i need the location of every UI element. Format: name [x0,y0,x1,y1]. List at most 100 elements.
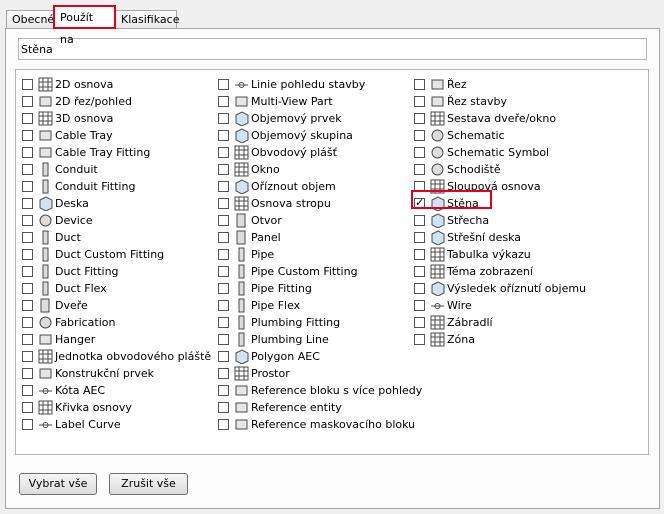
object-type-item[interactable]: Linie pohledu stavby [212,76,422,93]
object-type-checkbox[interactable] [414,249,425,260]
object-type-item[interactable]: 2D osnova [16,76,211,93]
object-type-checkbox[interactable] [218,232,229,243]
object-type-item[interactable]: Jednotka obvodového pláště [16,348,211,365]
object-type-item[interactable]: Objemový skupina [212,127,422,144]
object-type-item[interactable]: Reference entity [212,399,422,416]
object-type-checkbox[interactable] [414,130,425,141]
object-type-checkbox[interactable] [218,334,229,345]
object-type-checkbox[interactable] [218,317,229,328]
object-type-item[interactable]: Conduit Fitting [16,178,211,195]
object-type-item[interactable]: Zóna [408,331,586,348]
object-type-item[interactable]: Stěna [408,195,586,212]
object-type-checkbox[interactable] [22,334,33,345]
object-type-checkbox[interactable] [22,79,33,90]
object-type-checkbox[interactable] [414,113,425,124]
object-type-item[interactable]: Duct Flex [16,280,211,297]
object-name-field[interactable]: Stěna [18,38,647,60]
object-type-checkbox[interactable] [22,351,33,362]
tab-general[interactable]: Obecné [6,10,54,28]
object-type-item[interactable]: Střešní deska [408,229,586,246]
object-type-item[interactable]: Sloupová osnova [408,178,586,195]
object-type-item[interactable]: Oříznout objem [212,178,422,195]
object-type-checkbox[interactable] [22,130,33,141]
object-type-checkbox[interactable] [22,266,33,277]
object-type-item[interactable]: Pipe Flex [212,297,422,314]
object-type-checkbox[interactable] [218,164,229,175]
object-type-item[interactable]: Sestava dveře/okno [408,110,586,127]
object-type-item[interactable]: Cable Tray [16,127,211,144]
object-type-item[interactable]: Křivka osnovy [16,399,211,416]
object-type-item[interactable]: Konstrukční prvek [16,365,211,382]
object-type-item[interactable]: Dveře [16,297,211,314]
object-type-item[interactable]: Obvodový plášť [212,144,422,161]
object-type-item[interactable]: Conduit [16,161,211,178]
object-type-checkbox[interactable] [218,351,229,362]
object-type-checkbox[interactable] [22,198,33,209]
object-type-checkbox[interactable] [22,181,33,192]
object-type-checkbox[interactable] [414,79,425,90]
object-type-checkbox[interactable] [414,215,425,226]
object-type-item[interactable]: Multi-View Part [212,93,422,110]
object-type-item[interactable]: Tabulka výkazu [408,246,586,263]
object-type-item[interactable]: Schematic [408,127,586,144]
object-type-list[interactable]: 2D osnova 2D řez/pohled 3D osnova Cable Tra… [15,69,649,455]
object-type-item[interactable]: Reference bloku s více pohledy [212,382,422,399]
object-type-item[interactable]: Zábradlí [408,314,586,331]
object-type-checkbox[interactable] [414,283,425,294]
object-type-item[interactable]: Kóta AEC [16,382,211,399]
object-type-checkbox[interactable] [22,249,33,260]
object-type-checkbox[interactable] [22,215,33,226]
object-type-checkbox[interactable] [218,113,229,124]
object-type-checkbox[interactable] [414,317,425,328]
object-type-checkbox[interactable] [218,215,229,226]
object-type-item[interactable]: Polygon AEC [212,348,422,365]
object-type-checkbox[interactable] [218,385,229,396]
object-type-item[interactable]: Objemový prvek [212,110,422,127]
object-type-item[interactable]: Duct Fitting [16,263,211,280]
object-type-checkbox[interactable] [218,368,229,379]
object-type-checkbox[interactable] [22,402,33,413]
object-type-checkbox[interactable] [218,249,229,260]
object-type-item[interactable]: Reference maskovacího bloku [212,416,422,433]
object-type-item[interactable]: Schodiště [408,161,586,178]
object-type-item[interactable]: Wire [408,297,586,314]
object-type-item[interactable]: Hanger [16,331,211,348]
object-type-checkbox[interactable] [218,419,229,430]
object-type-checkbox[interactable] [218,198,229,209]
object-type-item[interactable]: Pipe Fitting [212,280,422,297]
object-type-item[interactable]: Otvor [212,212,422,229]
object-type-item[interactable]: Prostor [212,365,422,382]
object-type-item[interactable]: 2D řez/pohled [16,93,211,110]
object-type-item[interactable]: Plumbing Fitting [212,314,422,331]
deselect-all-button[interactable]: Zrušit vše [109,473,188,495]
object-type-checkbox[interactable] [218,283,229,294]
object-type-checkbox[interactable] [22,419,33,430]
object-type-item[interactable]: Schematic Symbol [408,144,586,161]
object-type-checkbox[interactable] [218,181,229,192]
object-type-checkbox[interactable] [218,130,229,141]
object-type-item[interactable]: Plumbing Line [212,331,422,348]
object-type-checkbox[interactable] [22,317,33,328]
object-type-item[interactable]: Okno [212,161,422,178]
object-type-checkbox[interactable] [414,181,425,192]
object-type-checkbox[interactable] [414,266,425,277]
object-type-checkbox[interactable] [22,368,33,379]
object-type-item[interactable]: Device [16,212,211,229]
object-type-item[interactable]: Řez stavby [408,93,586,110]
object-type-item[interactable]: Střecha [408,212,586,229]
object-type-checkbox[interactable] [22,300,33,311]
object-type-checkbox[interactable] [22,96,33,107]
object-type-item[interactable]: Téma zobrazení [408,263,586,280]
tab-classification[interactable]: Klasifikace [115,10,179,28]
object-type-checkbox[interactable] [22,113,33,124]
object-type-checkbox[interactable] [218,79,229,90]
object-type-item[interactable]: Pipe Custom Fitting [212,263,422,280]
object-type-item[interactable]: Panel [212,229,422,246]
object-type-checkbox[interactable] [218,300,229,311]
object-type-checkbox[interactable] [22,164,33,175]
tab-apply-to[interactable]: Použít na [54,6,115,46]
object-type-checkbox[interactable] [218,402,229,413]
object-type-checkbox[interactable] [22,147,33,158]
object-type-checkbox[interactable] [22,385,33,396]
object-type-checkbox[interactable] [22,232,33,243]
